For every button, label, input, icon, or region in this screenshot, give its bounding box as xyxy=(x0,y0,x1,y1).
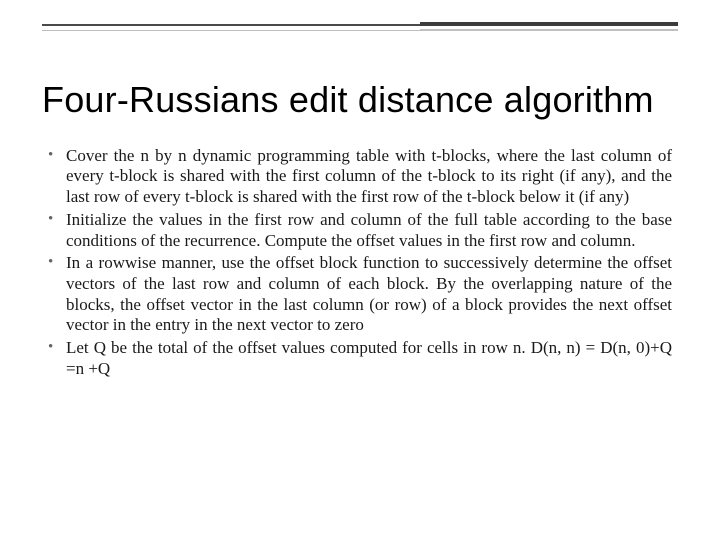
list-item: Cover the n by n dynamic programming tab… xyxy=(44,146,672,208)
list-item: In a rowwise manner, use the offset bloc… xyxy=(44,253,672,336)
decorative-top-rule xyxy=(42,22,678,36)
bullet-text: Initialize the values in the first row a… xyxy=(66,210,672,250)
rule-accent-thick xyxy=(420,22,678,26)
bullet-text: Cover the n by n dynamic programming tab… xyxy=(66,146,672,206)
rule-accent-thin xyxy=(420,29,678,31)
bullet-text: In a rowwise manner, use the offset bloc… xyxy=(66,253,672,334)
bullet-list: Cover the n by n dynamic programming tab… xyxy=(42,146,678,380)
slide-title: Four-Russians edit distance algorithm xyxy=(42,80,678,120)
slide: Four-Russians edit distance algorithm Co… xyxy=(0,22,720,540)
list-item: Let Q be the total of the offset values … xyxy=(44,338,672,379)
list-item: Initialize the values in the first row a… xyxy=(44,210,672,251)
bullet-text: Let Q be the total of the offset values … xyxy=(66,338,672,378)
rule-accent xyxy=(420,22,678,32)
